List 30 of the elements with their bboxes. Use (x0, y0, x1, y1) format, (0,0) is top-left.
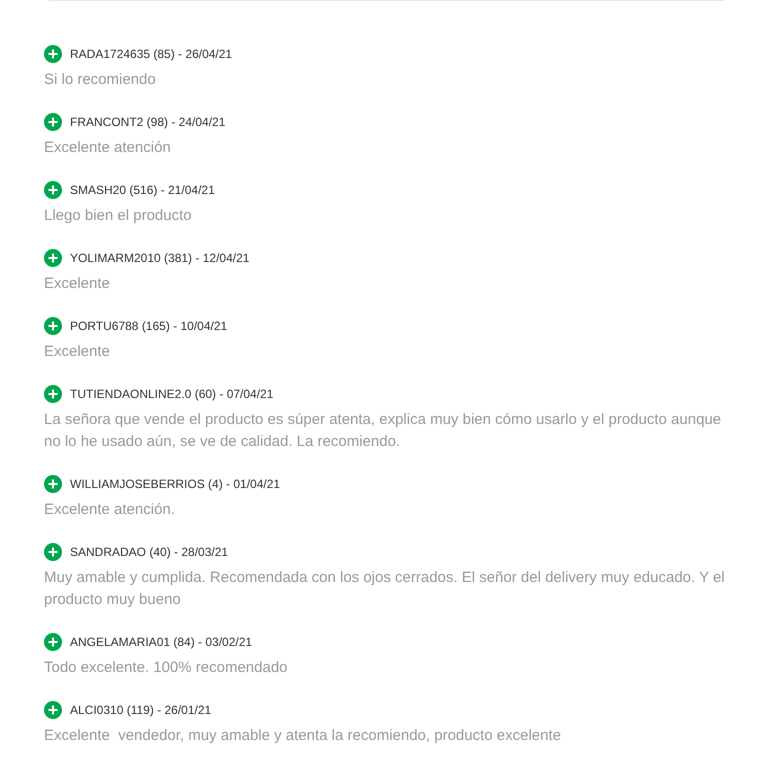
review-author: PORTU6788 (165) - 10/04/21 (70, 318, 228, 335)
review-text: Excelente (44, 274, 111, 294)
review-author: SANDRADAO (40) - 28/03/21 (70, 544, 228, 561)
review-text: La señora que vende el producto es súper atenta, explica muy bien cómo usarlo y el producto aunque no lo he usado aún, se ve de calidad. La recomiendo. (44, 410, 722, 452)
plus-icon (44, 385, 62, 403)
review-author: ALCI0310 (119) - 26/01/21 (70, 702, 212, 719)
review-text: Muy amable y cumplida. Recomendada con los ojos cerrados. El señor del delivery muy educado. Y el producto muy bueno (44, 568, 726, 610)
review-author: TUTIENDAONLINE2.0 (60) - 07/04/21 (70, 386, 274, 403)
review-text: Excelente vendedor, muy amable y atenta la recomiendo, producto excelente (44, 726, 562, 746)
review-author: ANGELAMARIA01 (84) - 03/02/21 (70, 634, 252, 651)
review-text: Si lo recomiendo (44, 70, 157, 90)
plus-icon (44, 113, 62, 131)
review-text: Excelente (44, 342, 111, 362)
review-text: Excelente atención (44, 138, 172, 158)
review-author: RADA1724635 (85) - 26/04/21 (70, 46, 232, 63)
plus-icon (44, 317, 62, 335)
plus-icon (44, 181, 62, 199)
review-text: Llego bien el producto (44, 206, 193, 226)
review-text: Excelente atención. (44, 500, 176, 520)
plus-icon (44, 633, 62, 651)
plus-icon (44, 543, 62, 561)
review-author: YOLIMARM2010 (381) - 12/04/21 (70, 250, 250, 267)
review-text: Todo excelente. 100% recomendado (44, 658, 289, 678)
review-author: SMASH20 (516) - 21/04/21 (70, 182, 215, 199)
plus-icon (44, 701, 62, 719)
review-author: FRANCONT2 (98) - 24/04/21 (70, 114, 226, 131)
plus-icon (44, 249, 62, 267)
plus-icon (44, 475, 62, 493)
review-author: WILLIAMJOSEBERRIOS (4) - 01/04/21 (70, 476, 280, 493)
plus-icon (44, 45, 62, 63)
